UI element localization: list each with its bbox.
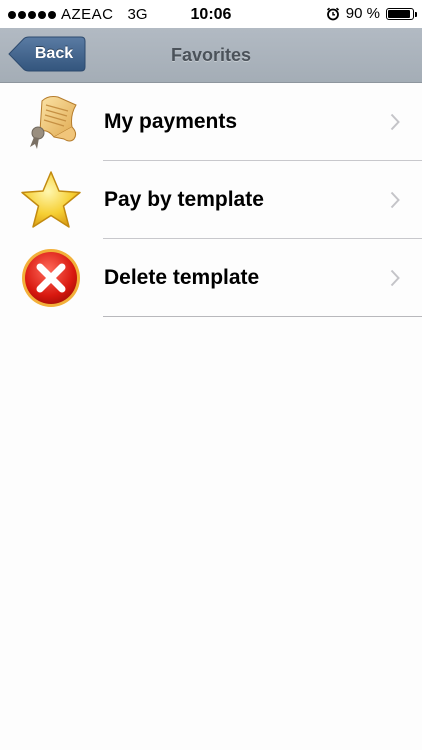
back-button-label: Back: [34, 45, 74, 62]
chevron-right-icon: [390, 191, 400, 209]
signal-strength-icon: [8, 10, 56, 19]
menu-item-my-payments[interactable]: My payments: [0, 83, 422, 161]
menu-item-label: Delete template: [104, 266, 260, 289]
navigation-bar: Favorites Back: [0, 28, 422, 83]
menu-item-delete-template[interactable]: Delete template: [0, 239, 422, 317]
menu-item-label: My payments: [104, 110, 238, 133]
chevron-right-icon: [390, 113, 400, 131]
battery-icon: [386, 7, 417, 20]
menu-item-label: Pay by template: [104, 188, 264, 211]
star-icon: [18, 169, 84, 231]
chevron-right-icon: [390, 269, 400, 287]
receipt-scroll-icon: [18, 91, 84, 153]
network-type: 3G: [127, 6, 148, 23]
battery-percent: 90 %: [345, 5, 380, 22]
status-left: AZEAC 3G: [8, 6, 148, 23]
alarm-clock-icon: [326, 7, 339, 20]
back-button[interactable]: Back: [8, 36, 86, 72]
status-right: 90 %: [326, 5, 417, 22]
row-divider: [103, 315, 422, 317]
menu-item-pay-by-template[interactable]: Pay by template: [0, 161, 422, 239]
favorites-menu: My payments Pay by template Delete templ…: [0, 83, 422, 317]
carrier-name: AZEAC: [61, 6, 114, 23]
status-bar: AZEAC 3G 10:06 90 %: [0, 0, 422, 28]
delete-x-icon: [18, 247, 84, 309]
